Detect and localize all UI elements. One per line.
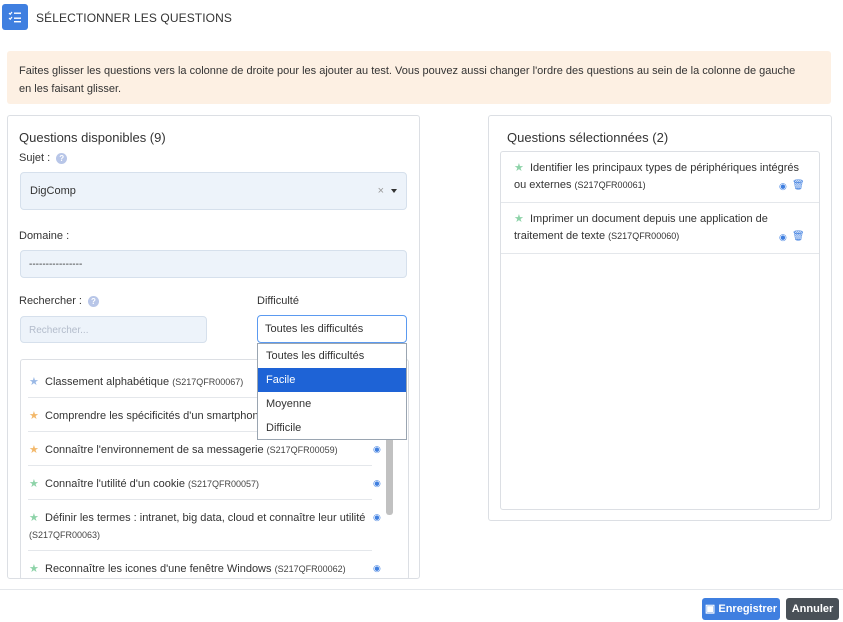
- search-label: Rechercher :?: [19, 295, 99, 307]
- eye-icon[interactable]: ◉: [779, 181, 787, 192]
- page-header: SÉLECTIONNER LES QUESTIONS: [0, 0, 843, 36]
- save-icon: ▣: [704, 603, 716, 615]
- difficulty-option-selected[interactable]: Facile: [258, 368, 406, 392]
- difficulty-option[interactable]: Toutes les difficultés: [258, 344, 406, 368]
- save-button[interactable]: ▣ Enregistrer: [702, 598, 780, 620]
- eye-icon[interactable]: ◉: [373, 512, 381, 523]
- list-item[interactable]: ★ Connaître l'environnement de sa message…: [29, 442, 372, 459]
- page-title: SÉLECTIONNER LES QUESTIONS: [36, 11, 232, 25]
- subject-label: Sujet :?: [19, 152, 68, 164]
- divider: [501, 202, 819, 203]
- footer-divider: [0, 589, 843, 590]
- eye-icon[interactable]: ◉: [373, 444, 381, 455]
- divider: [28, 550, 372, 551]
- list-item[interactable]: ★ Reconnaître les icones d'une fenêtre Wi…: [29, 561, 372, 578]
- help-icon[interactable]: ?: [56, 152, 68, 164]
- difficulty-option[interactable]: Difficile: [258, 416, 406, 440]
- help-icon[interactable]: ?: [87, 295, 99, 307]
- domain-select[interactable]: ----------------: [20, 250, 407, 278]
- list-item[interactable]: ★ Connaître l'utilité d'un cookie (S217QF…: [29, 476, 372, 493]
- difficulty-dropdown: Toutes les difficultés Facile Moyenne Di…: [257, 343, 407, 440]
- chevron-down-icon[interactable]: [391, 189, 397, 193]
- cancel-button[interactable]: Annuler: [786, 598, 839, 620]
- list-item[interactable]: ★ Définir les termes : intranet, big data…: [29, 510, 372, 544]
- star-icon: ★: [29, 376, 39, 388]
- star-icon: ★: [29, 444, 39, 456]
- subject-value: DigComp: [30, 185, 76, 197]
- star-icon: ★: [29, 563, 39, 575]
- difficulty-value: Toutes les difficultés: [265, 323, 364, 335]
- available-questions-title: Questions disponibles (9): [19, 130, 166, 145]
- info-banner: Faites glisser les questions vers la col…: [7, 51, 831, 104]
- star-icon: ★: [29, 478, 39, 490]
- difficulty-select[interactable]: Toutes les difficultés: [257, 315, 407, 343]
- eye-icon[interactable]: ◉: [779, 232, 787, 243]
- eye-icon[interactable]: ◉: [373, 478, 381, 489]
- domain-label: Domaine :: [19, 230, 70, 242]
- star-icon: ★: [29, 410, 39, 422]
- trash-icon[interactable]: 🗑: [792, 180, 805, 191]
- selected-questions-panel: Questions sélectionnées (2) ★ Identifier …: [488, 115, 832, 521]
- selected-questions-list: ★ Identifier les principaux types de péri…: [500, 151, 820, 510]
- difficulty-label: Difficulté: [257, 295, 299, 307]
- star-icon: ★: [514, 162, 524, 174]
- checklist-icon: [2, 4, 28, 30]
- search-placeholder: Rechercher...: [29, 325, 89, 336]
- trash-icon[interactable]: 🗑: [792, 231, 805, 242]
- list-item[interactable]: ★ Imprimer un document depuis une applica…: [514, 211, 808, 245]
- divider: [28, 499, 372, 500]
- star-icon: ★: [514, 213, 524, 225]
- divider: [501, 253, 819, 254]
- subject-select[interactable]: DigComp ×: [20, 172, 407, 210]
- divider: [28, 465, 372, 466]
- list-item[interactable]: ★ Identifier les principaux types de péri…: [514, 160, 808, 194]
- clear-icon[interactable]: ×: [378, 185, 384, 197]
- difficulty-option[interactable]: Moyenne: [258, 392, 406, 416]
- eye-icon[interactable]: ◉: [373, 563, 381, 574]
- star-icon: ★: [29, 512, 39, 524]
- info-text: Faites glisser les questions vers la col…: [19, 65, 796, 95]
- domain-value: ----------------: [29, 259, 83, 270]
- selected-questions-title: Questions sélectionnées (2): [507, 130, 669, 145]
- search-input[interactable]: Rechercher...: [20, 316, 207, 343]
